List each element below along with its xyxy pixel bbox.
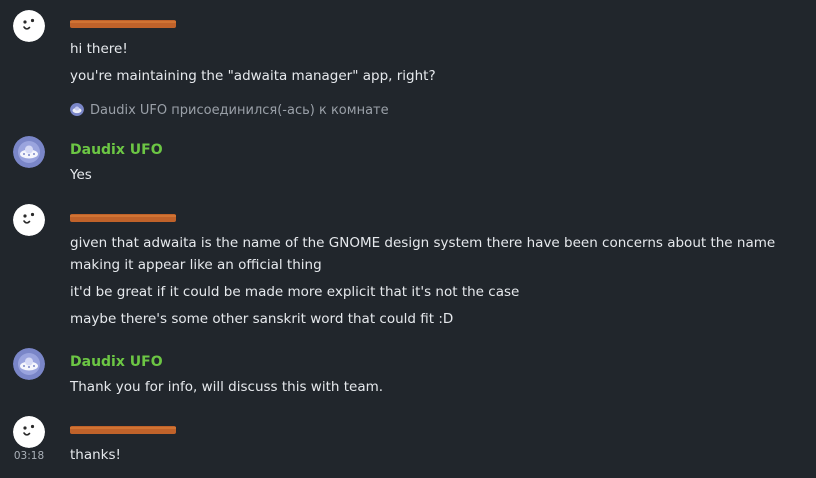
smiley-avatar-icon[interactable] <box>13 10 45 42</box>
redacted-sender-name[interactable] <box>70 425 176 435</box>
message-body-line: given that adwaita is the name of the GN… <box>70 235 776 273</box>
message-body-line: maybe there's some other sanskrit word t… <box>70 311 454 327</box>
daudix-avatar-icon <box>70 102 84 116</box>
smiley-avatar-icon[interactable] <box>13 416 45 448</box>
message-body-line: it'd be great if it could be made more e… <box>70 284 520 300</box>
message-timeline: hi there! you're maintaining the "adwait… <box>0 0 816 478</box>
redacted-sender-name[interactable] <box>70 19 176 29</box>
redacted-sender-name[interactable] <box>70 213 176 223</box>
daudix-avatar-icon[interactable] <box>13 348 45 380</box>
message-body-line: thanks! <box>70 447 121 463</box>
daudix-avatar-icon[interactable] <box>13 136 45 168</box>
smiley-avatar-icon[interactable] <box>13 204 45 236</box>
sender-name[interactable]: Daudix UFO <box>70 140 163 160</box>
message-timestamp[interactable]: 03:18 <box>13 450 45 462</box>
message-body-line: you're maintaining the "adwaita manager"… <box>70 68 436 84</box>
room-join-event-text: Daudix UFO присоединился(-ась) к комнате <box>90 103 389 118</box>
message-body-line: Thank you for info, will discuss this wi… <box>70 379 384 395</box>
sender-name[interactable]: Daudix UFO <box>70 352 163 372</box>
message-body-line: hi there! <box>70 41 128 57</box>
message-body-line: Yes <box>70 167 92 183</box>
